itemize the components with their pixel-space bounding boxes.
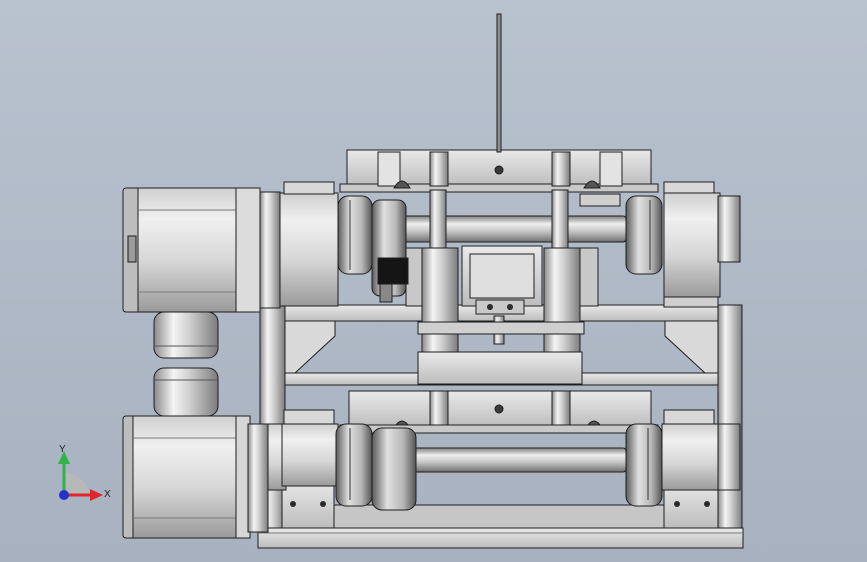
base-plate[interactable] [257, 527, 744, 549]
triad-xy-plane-icon [64, 472, 90, 495]
top-center-hole [494, 165, 504, 175]
lower-shaft-assembly[interactable] [281, 423, 663, 511]
right-upright[interactable] [717, 304, 743, 529]
motor-tail-cap[interactable] [153, 311, 219, 359]
right-gusset [664, 320, 719, 374]
triad-x-arrow-icon [90, 489, 103, 501]
vertical-rod[interactable] [496, 13, 502, 153]
lower-motor-body[interactable] [132, 415, 249, 539]
lift-base-block[interactable] [417, 351, 583, 385]
orientation-triad[interactable]: Y X [58, 444, 111, 501]
upper-carriage[interactable] [283, 13, 659, 195]
triad-x-label: X [104, 489, 111, 500]
upper-gear-housing[interactable] [279, 192, 339, 307]
left-gusset [284, 320, 336, 374]
cad-viewport[interactable]: Y X [0, 0, 867, 562]
lower-motor-neck[interactable] [153, 367, 219, 417]
triad-y-label: Y [59, 444, 66, 455]
right-upper-housing[interactable] [663, 181, 741, 308]
sensor-block[interactable] [377, 257, 409, 285]
triad-z-axis-icon [59, 490, 69, 500]
assembly-model[interactable]: Y X [0, 0, 867, 562]
